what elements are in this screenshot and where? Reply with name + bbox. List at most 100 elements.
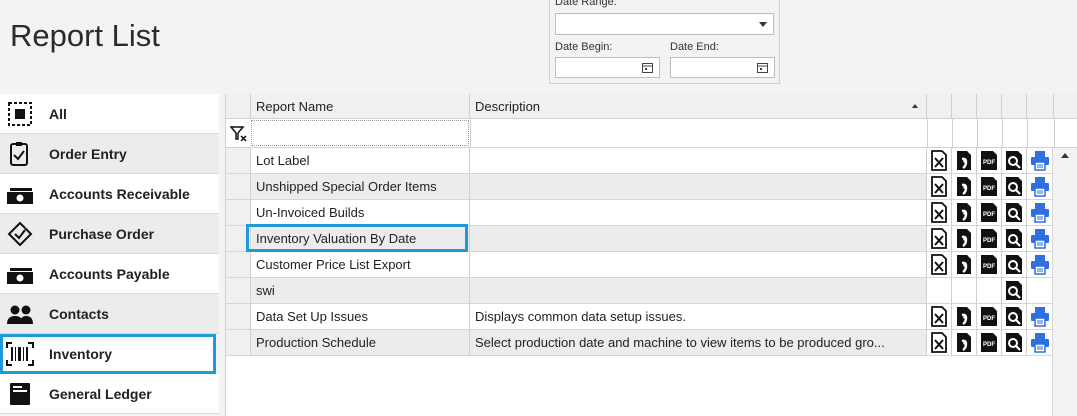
svg-text:PDF: PDF — [983, 316, 995, 322]
sidebar-item-general-ledger[interactable]: General Ledger — [0, 374, 219, 414]
table-row[interactable]: Unshipped Special Order Items PDF — [226, 174, 1054, 200]
sidebar-item-all[interactable]: All — [0, 94, 219, 134]
print-icon[interactable] — [1030, 306, 1050, 327]
table-row[interactable]: Production Schedule Select production dat… — [226, 330, 1054, 356]
pdf-export-icon[interactable]: PDF — [979, 306, 999, 327]
sidebar-item-contacts[interactable]: Contacts — [0, 294, 219, 334]
preview-icon[interactable] — [1004, 202, 1024, 223]
row-selector[interactable] — [226, 252, 251, 277]
report-name-cell[interactable]: Data Set Up Issues — [251, 304, 470, 329]
preview-icon[interactable] — [1004, 150, 1024, 171]
preview-icon[interactable] — [1004, 254, 1024, 275]
badge-check-icon — [7, 222, 33, 246]
pdf-export-icon[interactable]: PDF — [979, 228, 999, 249]
scroll-up-icon[interactable] — [1061, 153, 1069, 158]
date-filter-panel: Date Range: Date Begin: Date End: — [549, 0, 780, 84]
table-row[interactable]: Un-Invoiced Builds PDF — [226, 200, 1054, 226]
table-row[interactable]: Inventory Valuation By Date PDF — [226, 226, 1054, 252]
excel-export-icon[interactable] — [929, 306, 949, 327]
excel-export-icon[interactable] — [929, 150, 949, 171]
action-cell — [927, 148, 952, 173]
sidebar-item-accounts-payable[interactable]: Accounts Payable — [0, 254, 219, 294]
table-row[interactable]: Customer Price List Export PDF — [226, 252, 1054, 278]
preview-icon[interactable] — [1004, 280, 1024, 301]
action-cell: PDF — [977, 252, 1002, 277]
date-end-field[interactable] — [670, 57, 775, 78]
action-cell — [1027, 200, 1054, 225]
action-cell — [1027, 330, 1054, 355]
pdf-export-icon[interactable]: PDF — [979, 332, 999, 353]
column-header-report-name[interactable]: Report Name — [251, 94, 470, 118]
sidebar-item-inventory[interactable]: Inventory — [0, 334, 216, 374]
word-export-icon[interactable] — [954, 202, 974, 223]
pdf-export-icon[interactable]: PDF — [979, 254, 999, 275]
category-sidebar: All Order Entry Accounts Receivable Purc… — [0, 94, 219, 416]
report-name-cell[interactable]: Unshipped Special Order Items — [251, 174, 470, 199]
row-selector[interactable] — [226, 226, 251, 251]
word-export-icon[interactable] — [954, 176, 974, 197]
preview-icon[interactable] — [1004, 332, 1024, 353]
action-cell — [952, 304, 977, 329]
row-selector[interactable] — [226, 278, 251, 303]
date-range-select[interactable] — [555, 13, 774, 35]
preview-icon[interactable] — [1004, 306, 1024, 327]
row-selector[interactable] — [226, 174, 251, 199]
excel-export-icon[interactable] — [929, 202, 949, 223]
column-header-action — [952, 94, 977, 118]
report-grid: Report Name Description Lot Label PDF Unsh… — [225, 94, 1077, 416]
report-name-cell[interactable]: swi — [251, 278, 470, 303]
row-selector[interactable] — [226, 330, 251, 355]
calendar-icon[interactable] — [642, 62, 653, 73]
report-name-cell[interactable]: Lot Label — [251, 148, 470, 173]
clear-filter-icon[interactable] — [230, 125, 248, 143]
sidebar-item-order-entry[interactable]: Order Entry — [0, 134, 219, 174]
calendar-icon[interactable] — [757, 62, 768, 73]
print-icon[interactable] — [1030, 254, 1050, 275]
excel-export-icon[interactable] — [929, 228, 949, 249]
action-cell — [1027, 304, 1054, 329]
report-name-cell[interactable]: Un-Invoiced Builds — [251, 200, 470, 225]
column-header-description[interactable]: Description — [470, 94, 927, 118]
sidebar-item-label: Accounts Payable — [49, 266, 170, 282]
row-selector[interactable] — [226, 304, 251, 329]
print-icon[interactable] — [1030, 176, 1050, 197]
action-cell — [952, 174, 977, 199]
row-selector[interactable] — [226, 148, 251, 173]
svg-text:PDF: PDF — [983, 160, 995, 166]
action-cell — [952, 330, 977, 355]
word-export-icon[interactable] — [954, 254, 974, 275]
excel-export-icon[interactable] — [929, 254, 949, 275]
report-name-cell[interactable]: Inventory Valuation By Date — [251, 226, 470, 251]
table-row[interactable]: Lot Label PDF — [226, 148, 1054, 174]
action-cell — [927, 252, 952, 277]
action-cell — [952, 226, 977, 251]
report-name-filter-input[interactable] — [251, 120, 469, 146]
report-name-cell[interactable]: Production Schedule — [251, 330, 470, 355]
table-row[interactable]: Data Set Up Issues Displays common data s… — [226, 304, 1054, 330]
preview-icon[interactable] — [1004, 228, 1024, 249]
pdf-export-icon[interactable]: PDF — [979, 202, 999, 223]
print-icon[interactable] — [1030, 228, 1050, 249]
pdf-export-icon[interactable]: PDF — [979, 150, 999, 171]
excel-export-icon[interactable] — [929, 332, 949, 353]
date-begin-field[interactable] — [555, 57, 660, 78]
word-export-icon[interactable] — [954, 332, 974, 353]
print-icon[interactable] — [1030, 332, 1050, 353]
row-selector[interactable] — [226, 200, 251, 225]
print-icon[interactable] — [1030, 202, 1050, 223]
chevron-down-icon[interactable] — [759, 22, 767, 27]
table-row[interactable]: swi — [226, 278, 1054, 304]
word-export-icon[interactable] — [954, 306, 974, 327]
preview-icon[interactable] — [1004, 176, 1024, 197]
sidebar-item-purchase-order[interactable]: Purchase Order — [0, 214, 219, 254]
barcode-icon — [6, 342, 34, 366]
report-name-cell[interactable]: Customer Price List Export — [251, 252, 470, 277]
word-export-icon[interactable] — [954, 150, 974, 171]
sidebar-item-accounts-receivable[interactable]: Accounts Receivable — [0, 174, 219, 214]
print-icon[interactable] — [1030, 150, 1050, 171]
excel-export-icon[interactable] — [929, 176, 949, 197]
grid-scrollbar[interactable] — [1052, 148, 1077, 416]
pdf-export-icon[interactable]: PDF — [979, 176, 999, 197]
word-export-icon[interactable] — [954, 228, 974, 249]
action-cell — [1002, 304, 1027, 329]
